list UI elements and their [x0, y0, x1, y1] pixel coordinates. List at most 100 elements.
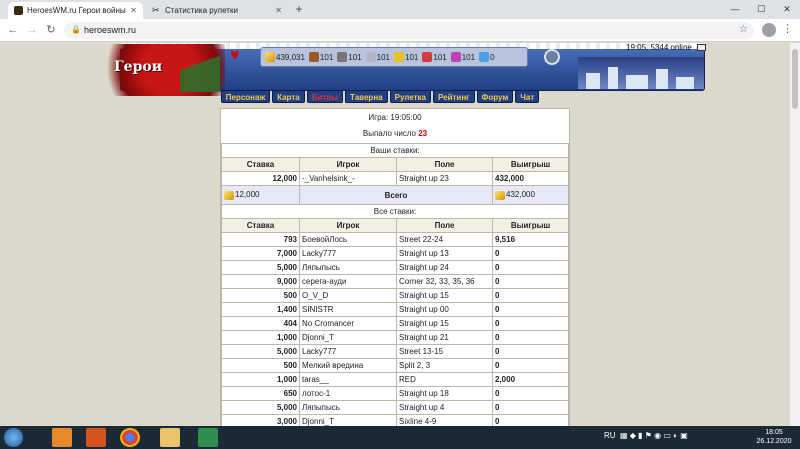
heroeswm-favicon-icon — [14, 6, 23, 15]
resource-mana: 0 — [479, 52, 495, 62]
mail-icon[interactable] — [697, 44, 706, 51]
tab-title: HeroesWM.ru Герои войны и ден — [27, 6, 126, 15]
windows-start-icon[interactable] — [4, 428, 23, 447]
field-cell: Straight up 15 — [396, 288, 493, 303]
field-cell: Straight up 13 — [396, 246, 493, 261]
mercury-icon — [365, 52, 376, 62]
win-cell: 0 — [492, 260, 569, 275]
table-row: 5,000 Ляпыпысь Straight up 40 — [221, 400, 569, 415]
col-bet: Ставка — [221, 218, 300, 233]
nav-forum[interactable]: Форум — [476, 90, 514, 103]
nav-character[interactable]: Персонаж — [220, 90, 271, 103]
bet-cell: 1,000 — [221, 372, 300, 387]
player-link[interactable]: taras__ — [299, 372, 397, 387]
resource-gold: 439,031 — [265, 52, 305, 62]
player-link[interactable]: лотос-1 — [299, 386, 397, 401]
bookmark-star-icon[interactable]: ☆ — [739, 24, 748, 35]
nav-battles[interactable]: Битвы — [306, 90, 344, 103]
language-indicator[interactable]: RU — [604, 431, 616, 440]
system-clock[interactable]: 18:05 26.12.2020 — [752, 428, 796, 446]
total-label: Всего — [299, 185, 493, 205]
player-link[interactable]: Lacky777 — [299, 344, 397, 359]
ring-icon[interactable] — [544, 49, 560, 65]
close-window-icon[interactable]: ✕ — [774, 0, 800, 19]
nav-tavern[interactable]: Таверна — [345, 90, 388, 103]
player-link[interactable]: Ляпыпысь — [299, 260, 397, 275]
winter-town-decoration — [578, 57, 704, 89]
table-row: 1,000 Djonni_T Straight up 21 0 — [221, 330, 569, 345]
nav-roulette[interactable]: Рулетка — [389, 90, 431, 103]
result-number: 23 — [418, 129, 428, 138]
player-link[interactable]: Lacky777 — [299, 246, 397, 261]
field-cell: Straight up 4 — [396, 400, 493, 415]
scrollbar-thumb[interactable] — [792, 49, 798, 109]
file-explorer-icon[interactable] — [160, 428, 180, 447]
player-link[interactable]: серега-ауди — [299, 274, 397, 289]
resource-crystal: 101 — [422, 52, 447, 62]
minimize-icon[interactable]: — — [722, 0, 748, 19]
player-link[interactable]: -_Vanhelsink_- — [299, 171, 397, 186]
field-cell: Street 13-15 — [396, 344, 493, 359]
media-player-icon[interactable] — [86, 428, 106, 447]
profile-avatar-icon[interactable] — [762, 23, 776, 37]
new-tab-plus-icon[interactable]: + — [292, 3, 306, 17]
tab-close-icon[interactable]: ✕ — [275, 6, 282, 15]
col-win: Выигрыш — [492, 218, 569, 233]
reload-icon[interactable]: ↻ — [44, 23, 58, 37]
gold-coin-icon — [224, 190, 234, 200]
win-cell: 0 — [492, 302, 569, 317]
table-row: 793 БоевойЛось Street 22-24 9,516 — [221, 232, 569, 247]
result-line: Выпало число 23 — [221, 123, 569, 143]
forward-arrow-icon[interactable]: → — [25, 23, 39, 37]
maximize-icon[interactable]: ☐ — [748, 0, 774, 19]
chart-app-icon[interactable] — [198, 428, 218, 447]
result-prefix: Выпало число — [362, 129, 416, 138]
address-bar[interactable]: 🔒 heroeswm.ru ☆ — [64, 22, 754, 39]
your-bets-table: Ваши ставки: Ставка Игрок Поле Выигрыш 1… — [221, 143, 569, 426]
resource-gem: 101 — [450, 52, 475, 62]
health-heart-icon: ♥ — [230, 47, 240, 64]
tab-close-icon[interactable]: ✕ — [130, 6, 137, 15]
win-cell: 2,000 — [492, 372, 569, 387]
player-link[interactable]: Мелкий вредина — [299, 358, 397, 373]
bet-cell: 5,000 — [221, 400, 300, 415]
url-text: heroeswm.ru — [84, 25, 137, 35]
table-row: 1,000 taras__ RED 2,000 — [221, 372, 569, 387]
game-time: Игра: 19:05:00 — [368, 113, 422, 122]
bet-cell: 404 — [221, 316, 300, 331]
wood-icon — [308, 52, 319, 62]
bet-cell: 500 — [221, 288, 300, 303]
table-row: 5,000 Lacky777 Street 13-15 0 — [221, 344, 569, 359]
bet-cell: 500 — [221, 358, 300, 373]
player-link[interactable]: O_V_D — [299, 288, 397, 303]
bet-cell: 5,000 — [221, 344, 300, 359]
clock-time: 18:05 — [765, 429, 783, 436]
field-cell: RED — [396, 372, 493, 387]
field-cell: Split 2, 3 — [396, 358, 493, 373]
browser-tab-roulette-stats[interactable]: ✂ Статистика рулетки ✕ — [146, 2, 288, 19]
player-link[interactable]: Ляпыпысь — [299, 400, 397, 415]
nav-map[interactable]: Карта — [272, 90, 305, 103]
field-cell: Straight up 24 — [396, 260, 493, 275]
player-link[interactable]: Djonni_T — [299, 414, 397, 426]
lock-icon: 🔒 — [71, 25, 81, 34]
win-cell: 0 — [492, 316, 569, 331]
browser-menu-icon[interactable]: ⋮ — [782, 23, 793, 37]
player-link[interactable]: SINISTR — [299, 302, 397, 317]
bet-cell: 5,000 — [221, 260, 300, 275]
player-link[interactable]: Djonni_T — [299, 330, 397, 345]
tray-icons[interactable]: ▦ ◆ ▮ ⚑ ◉ ▭ ◐ ▣ — [620, 431, 688, 440]
back-arrow-icon[interactable]: ← — [6, 23, 20, 37]
nav-chat[interactable]: Чат — [515, 90, 540, 103]
all-bets-rows: 793 БоевойЛось Street 22-24 9,516 7,000 Lacky… — [221, 232, 569, 426]
page-scrollbar[interactable] — [790, 43, 800, 426]
browser-tab-heroeswm[interactable]: HeroesWM.ru Герои войны и ден ✕ — [8, 2, 143, 19]
gold-coin-icon — [495, 190, 505, 200]
table-row: 3,000 Djonni_T Sixline 4-9 0 — [221, 414, 569, 426]
app-taskbar-icon[interactable] — [52, 428, 72, 447]
nav-rating[interactable]: Рейтинг — [432, 90, 475, 103]
player-link[interactable]: No Cromancer — [299, 316, 397, 331]
player-link[interactable]: БоевойЛось — [299, 232, 397, 247]
table-row: 650 лотос-1 Straight up 18 0 — [221, 386, 569, 401]
chrome-icon[interactable] — [120, 428, 140, 447]
